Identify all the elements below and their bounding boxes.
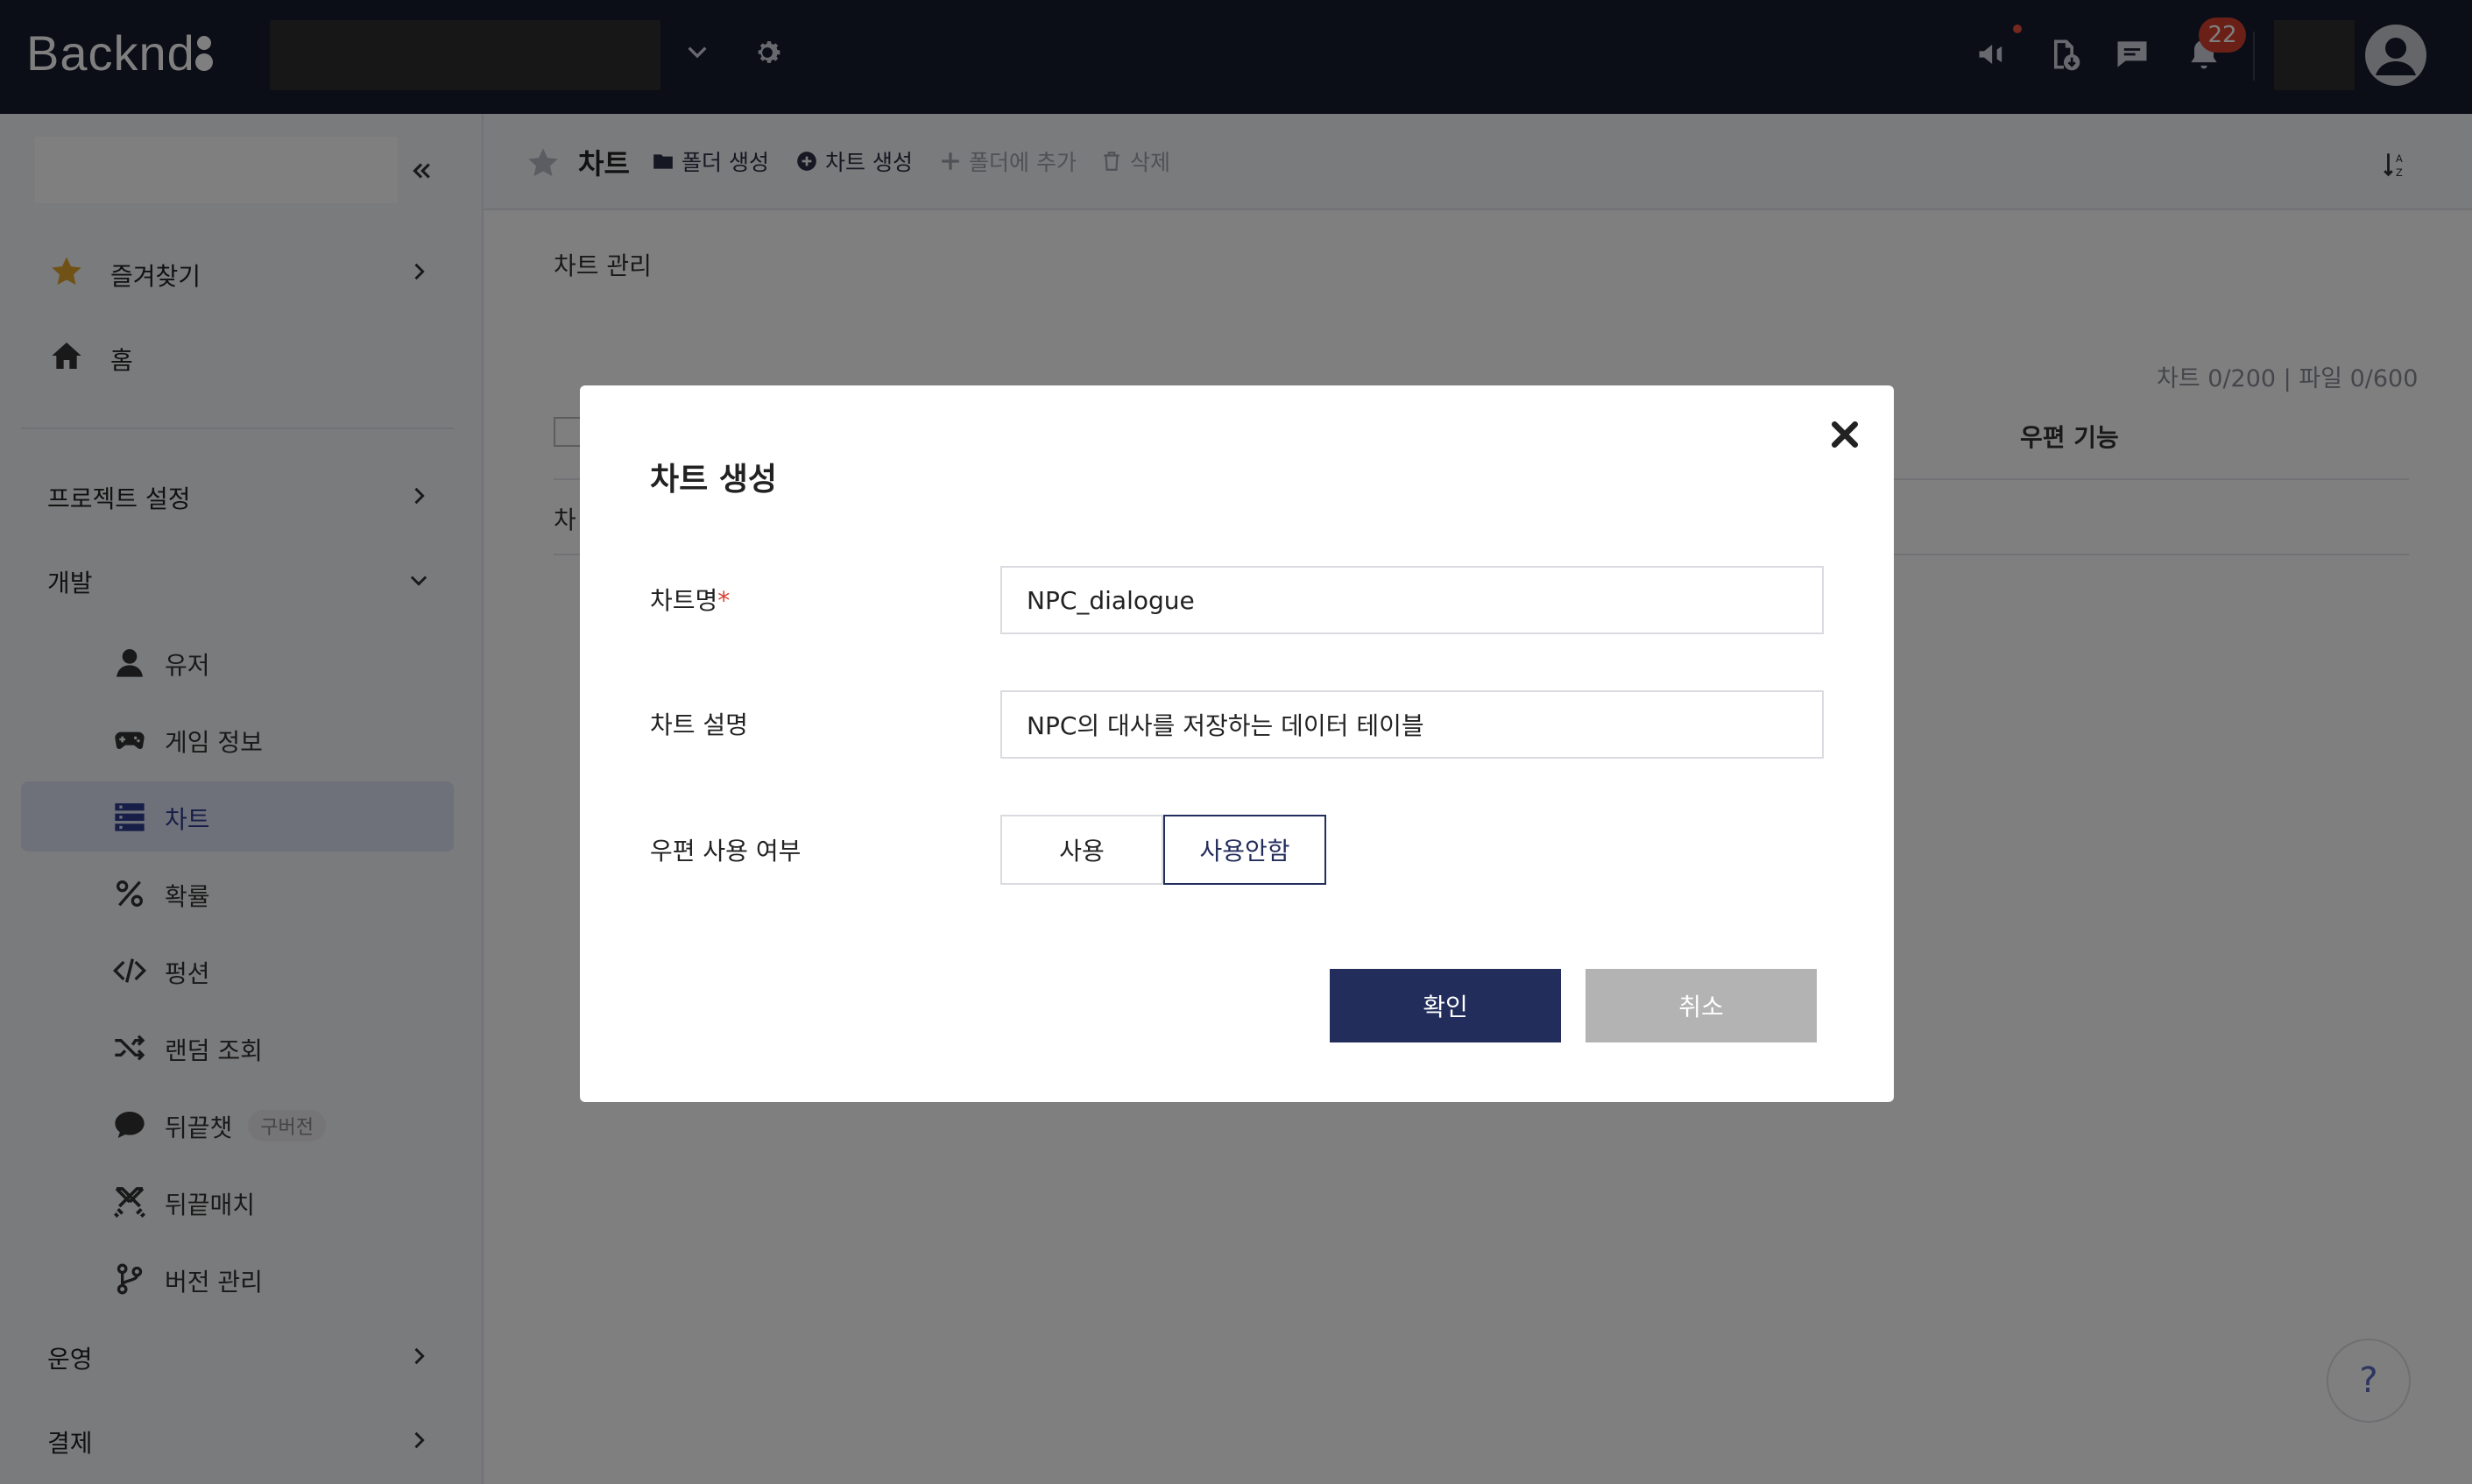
chart-name-label: 차트명*	[650, 582, 730, 617]
mail-use-option-use[interactable]: 사용	[1000, 815, 1163, 885]
chart-description-label: 차트 설명	[650, 710, 748, 739]
mail-use-option-not-use[interactable]: 사용안함	[1163, 815, 1326, 885]
required-mark: *	[717, 586, 731, 615]
create-chart-modal: 차트 생성 차트명* NPC_dialogue 차트 설명 NPC의 대사를 저…	[580, 385, 1894, 1102]
mail-use-toggle: 사용 사용안함	[1000, 815, 1326, 885]
confirm-button[interactable]: 확인	[1330, 969, 1561, 1042]
chart-description-input[interactable]: NPC의 대사를 저장하는 데이터 테이블	[1000, 690, 1824, 759]
chart-name-label-text: 차트명	[650, 586, 718, 615]
mail-use-label: 우편 사용 여부	[650, 837, 802, 866]
cancel-button[interactable]: 취소	[1586, 969, 1817, 1042]
modal-title: 차트 생성	[650, 462, 778, 498]
close-icon[interactable]	[1827, 417, 1862, 452]
chart-name-input[interactable]: NPC_dialogue	[1000, 566, 1824, 634]
